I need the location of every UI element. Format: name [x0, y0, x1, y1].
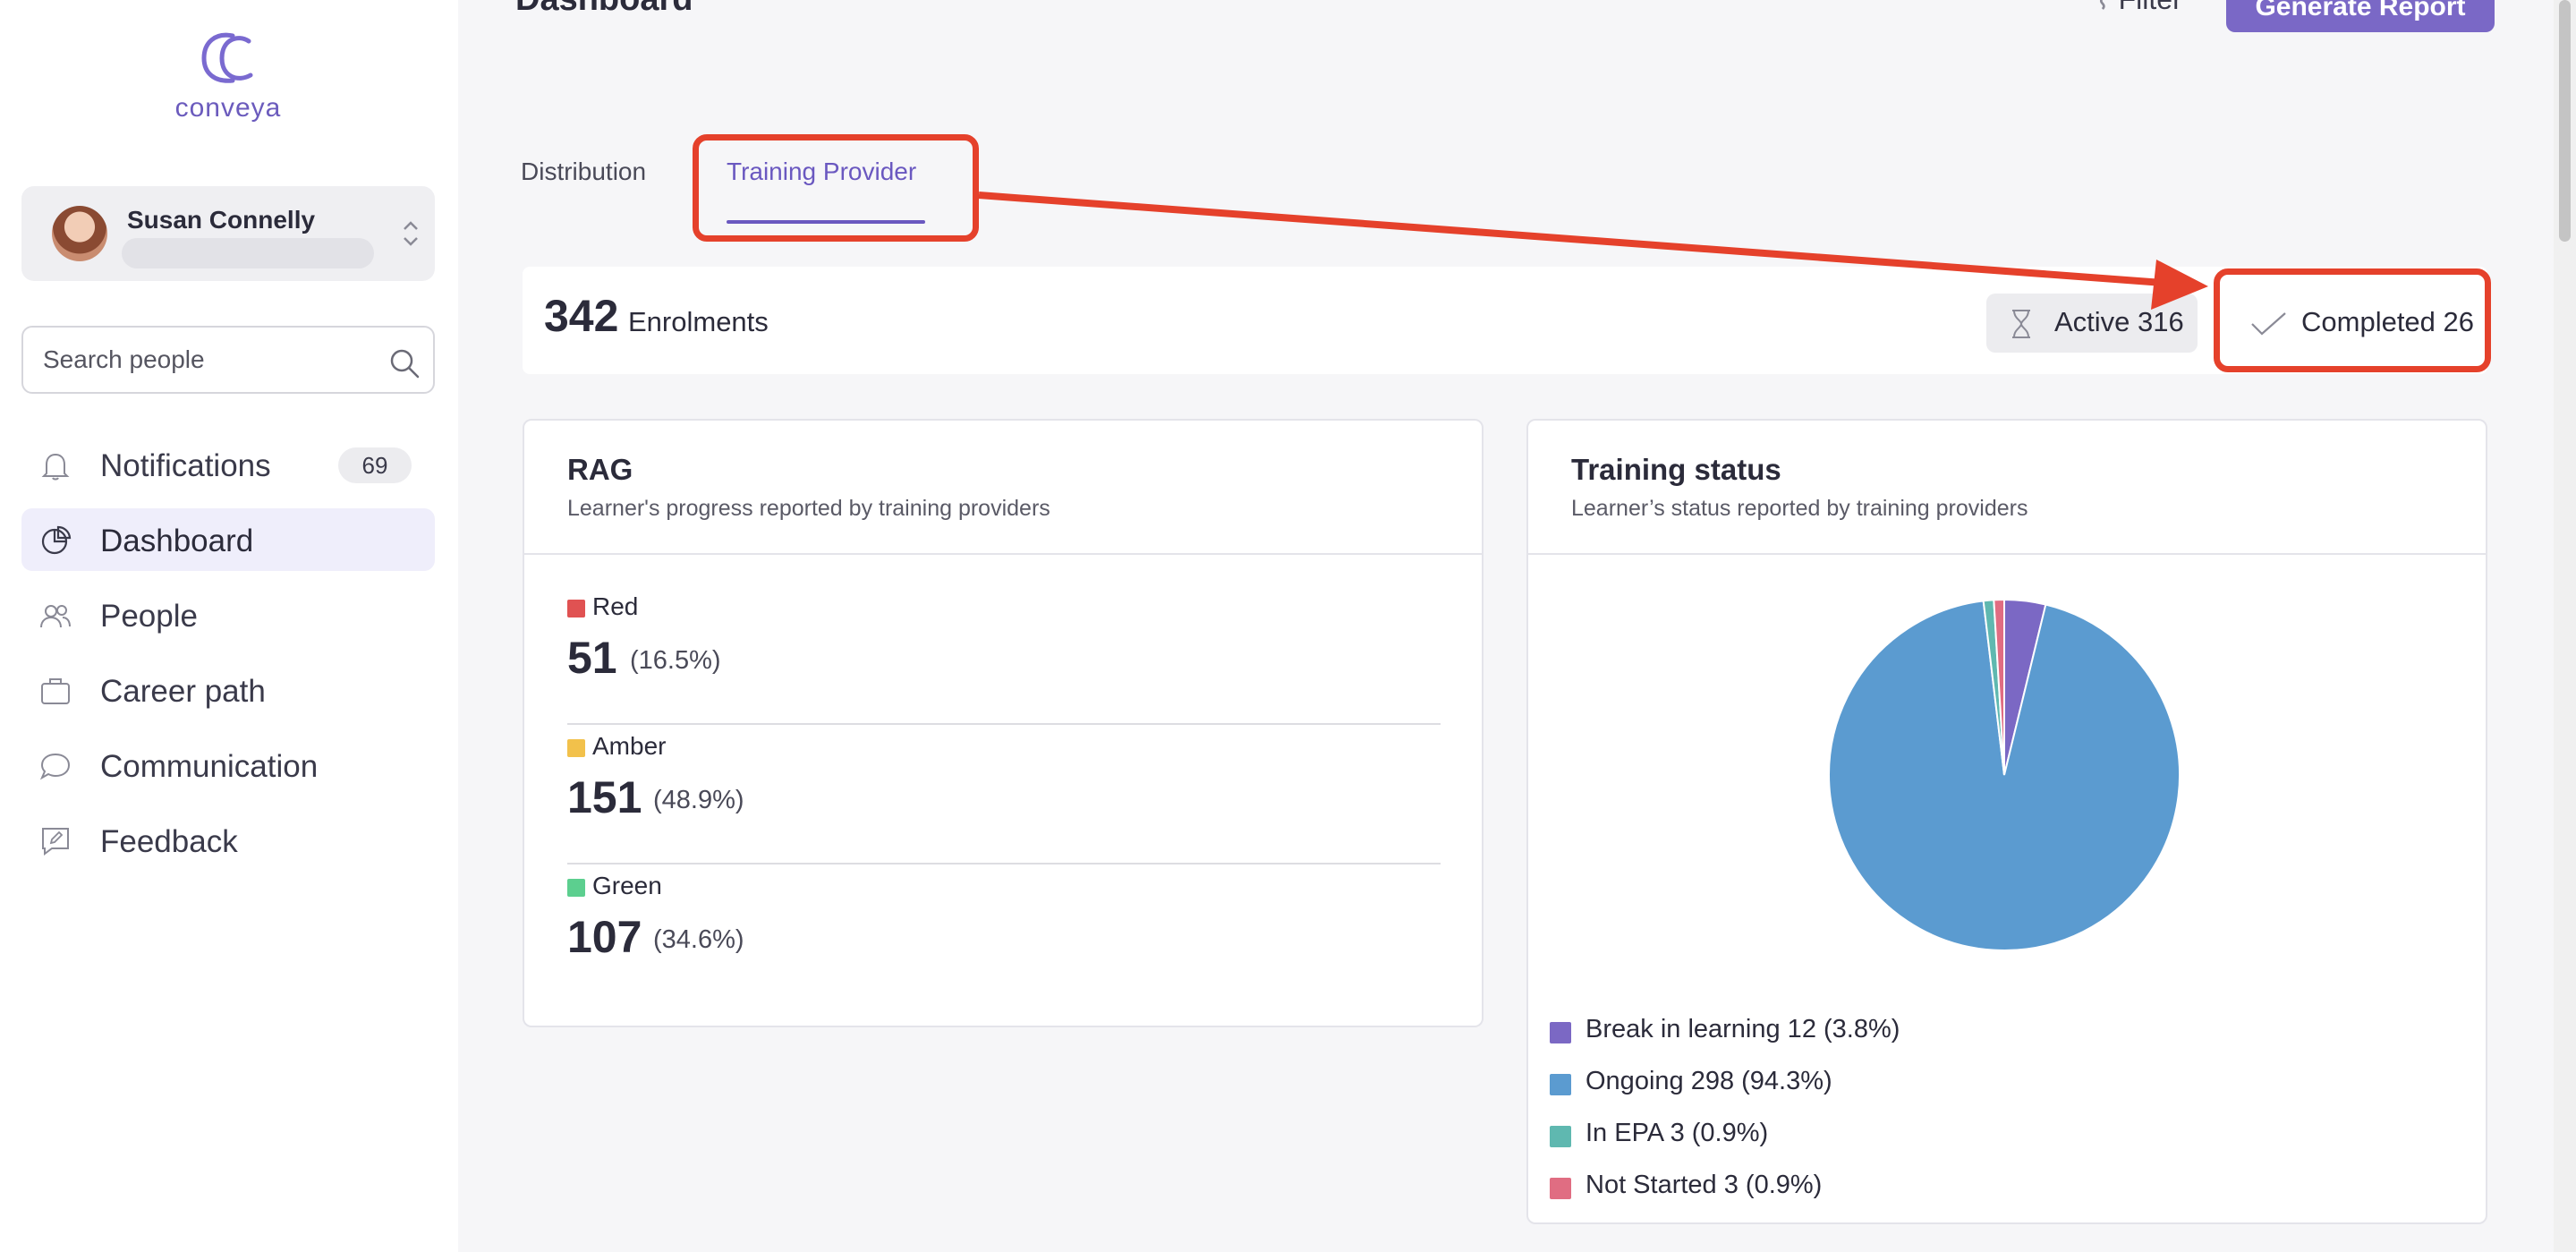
chevron-up-down-icon — [404, 221, 418, 246]
training-status-card-header: Training status Learner’s status reporte… — [1528, 421, 2486, 555]
rag-row-value: 107 — [567, 912, 642, 962]
rag-row-name: Green — [592, 872, 662, 899]
notification-count-badge: 69 — [338, 447, 412, 483]
hourglass-icon — [2012, 310, 2030, 338]
filter-label: Filter — [2119, 0, 2182, 15]
rag-row-value: 151 — [567, 772, 642, 822]
legend-label: In EPA 3 (0.9%) — [1586, 1119, 1769, 1147]
page-scrollbar[interactable] — [2554, 0, 2576, 1252]
rag-title: RAG — [567, 453, 633, 486]
legend-label: Not Started 3 (0.9%) — [1586, 1171, 1823, 1199]
rag-row-name: Amber — [592, 732, 667, 760]
page-title: Dashboard — [515, 0, 693, 19]
briefcase-icon — [41, 678, 70, 704]
green-swatch — [567, 879, 585, 897]
active-count: Active 316 — [2054, 306, 2184, 337]
red-swatch — [567, 600, 585, 617]
enrolments-label: Enrolments — [628, 306, 769, 337]
conveya-logo-icon — [201, 32, 253, 83]
rag-row-percent: (48.9%) — [653, 786, 744, 814]
legend-swatch — [1550, 1126, 1571, 1147]
rag-row-percent: (34.6%) — [653, 925, 744, 954]
filter-icon: ⌇ — [2096, 0, 2110, 15]
legend-swatch — [1550, 1074, 1571, 1095]
scrollbar-thumb[interactable] — [2559, 0, 2571, 242]
rag-row-percent: (16.5%) — [630, 646, 721, 675]
rag-row-value: 51 — [567, 633, 617, 683]
sidebar-item-label: Career path — [100, 674, 266, 709]
rag-row-amber: Amber 151 (48.9%) — [567, 725, 1441, 864]
avatar — [52, 206, 107, 261]
user-subtitle-placeholder — [122, 238, 374, 268]
tab-distribution[interactable]: Distribution — [521, 158, 646, 186]
brand-name: conveya — [174, 93, 282, 123]
sidebar-item-notifications[interactable]: Notifications 69 — [21, 433, 435, 496]
training-status-subtitle: Learner’s status reported by training pr… — [1571, 496, 2028, 521]
enrolments-count: 342 — [544, 291, 619, 341]
rag-subtitle: Learner's progress reported by training … — [567, 496, 1050, 521]
sidebar-item-feedback[interactable]: Feedback — [21, 809, 435, 872]
legend-swatch — [1550, 1022, 1571, 1043]
sidebar-item-career-path[interactable]: Career path — [21, 659, 435, 721]
sidebar-item-people[interactable]: People — [21, 583, 435, 646]
sidebar-nav: Notifications 69 Dashboard People Career… — [21, 433, 435, 884]
pie-chart-icon — [41, 525, 72, 555]
search-box — [21, 326, 435, 394]
rag-card: RAG Learner's progress reported by train… — [523, 419, 1484, 1027]
amber-swatch — [567, 739, 585, 757]
generate-report-button[interactable]: Generate Report — [2226, 0, 2495, 32]
people-icon — [40, 605, 71, 628]
sidebar-item-label: People — [100, 599, 198, 634]
user-name: Susan Connelly — [127, 206, 316, 234]
rag-row-name: Red — [592, 592, 639, 620]
sidebar-item-label: Dashboard — [100, 524, 254, 558]
search-input[interactable] — [43, 342, 374, 378]
brand-logo[interactable]: conveya — [170, 29, 286, 123]
training-status-title: Training status — [1571, 453, 1781, 486]
active-filter-pill[interactable]: Active 316 — [1986, 294, 2198, 353]
rag-row-green: Green 107 (34.6%) — [567, 864, 1441, 1004]
bell-icon — [41, 453, 70, 481]
annotation-highlight-completed — [2214, 268, 2491, 372]
legend-label: Ongoing 298 (94.3%) — [1586, 1067, 1832, 1095]
rag-card-header: RAG Learner's progress reported by train… — [524, 421, 1482, 555]
training-status-pie-chart — [1828, 598, 2181, 951]
sidebar-item-label: Communication — [100, 749, 319, 784]
enrolments-summary: 342 Enrolments Active 316 Completed 26 — [523, 267, 2487, 374]
feedback-icon — [42, 828, 69, 856]
user-switcher[interactable]: Susan Connelly — [21, 186, 435, 281]
annotation-highlight-tab — [693, 134, 979, 242]
rag-row-red: Red 51 (16.5%) — [567, 585, 1441, 725]
filter-button[interactable]: ⌇ Filter — [2096, 0, 2182, 16]
legend-label: Break in learning 12 (3.8%) — [1586, 1015, 1900, 1043]
training-status-card: Training status Learner’s status reporte… — [1526, 419, 2487, 1224]
sidebar-item-label: Notifications — [100, 448, 271, 483]
legend-swatch — [1550, 1178, 1571, 1199]
chat-icon — [39, 753, 71, 780]
sidebar-item-dashboard[interactable]: Dashboard — [21, 508, 435, 571]
search-icon[interactable] — [388, 347, 421, 379]
sidebar-item-communication[interactable]: Communication — [21, 734, 435, 796]
sidebar-item-label: Feedback — [100, 824, 238, 859]
sidebar: conveya Susan Connelly Notifications 69 — [0, 0, 458, 1252]
